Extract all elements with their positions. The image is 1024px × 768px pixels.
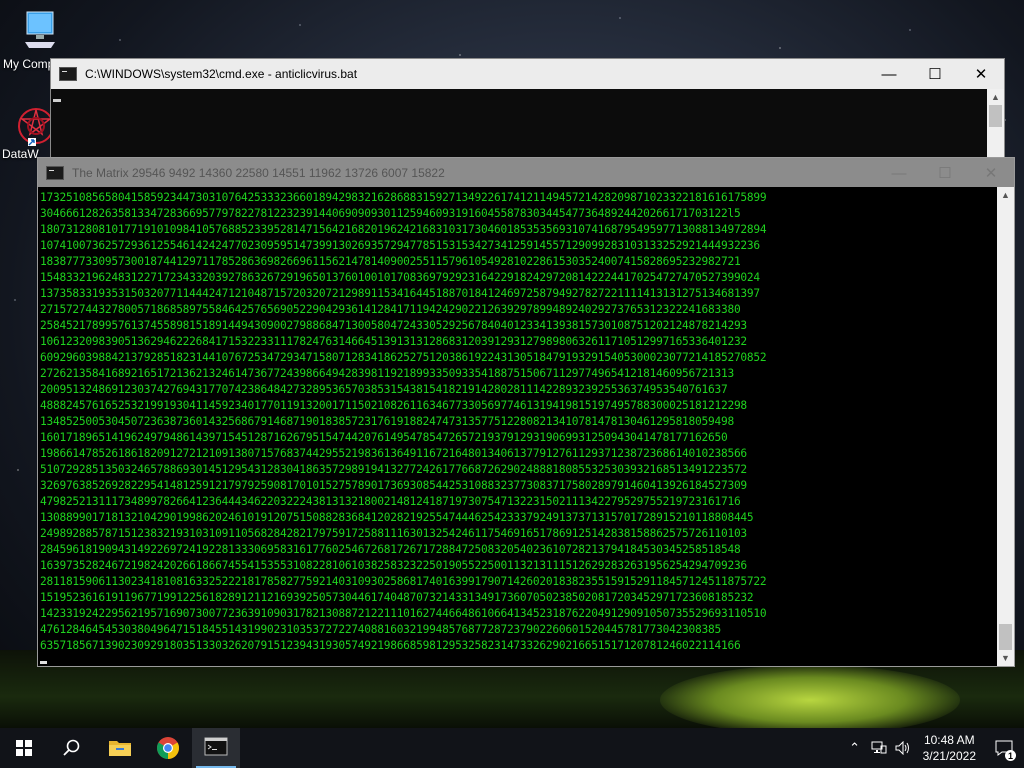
- clock-date: 3/21/2022: [922, 749, 976, 763]
- matrix-line: 2726213584168921651721362132461473677243…: [40, 367, 734, 380]
- taskbar: ⌃ 10:48 AM 3/21/2022 1: [0, 728, 1024, 768]
- scrollbar-thumb[interactable]: [999, 624, 1012, 650]
- matrix-line: 3046661282635813347283669577978227812232…: [40, 207, 741, 220]
- maximize-icon: ☐: [928, 66, 942, 83]
- matrix-line: 1074100736257293612554614242477023095951…: [40, 239, 760, 252]
- matrix-line: 4798252131117348997826641236444346220322…: [40, 495, 741, 508]
- matrix-line: 6092960398842137928518231441076725347293…: [40, 351, 767, 364]
- scroll-up-icon[interactable]: ▲: [987, 89, 1004, 105]
- matrix-line: 1732510856580415859234473031076425333236…: [40, 191, 767, 204]
- cmd-icon: [59, 67, 77, 81]
- search-button[interactable]: [48, 728, 96, 768]
- matrix-line: 1807312808101771910109841057688523395281…: [40, 223, 767, 236]
- matrix-window[interactable]: The Matrix 29546 9492 14360 22580 14551 …: [37, 157, 1015, 667]
- matrix-line: 1348525005304507236387360143256867914687…: [40, 415, 734, 428]
- maximize-button[interactable]: ☐: [922, 158, 968, 188]
- folder-icon: [109, 741, 131, 756]
- matrix-line: 3269763852692822954148125912179792590817…: [40, 479, 747, 492]
- show-hidden-icons-button[interactable]: ⌃: [843, 728, 867, 768]
- matrix-line: 2811815906113023418108163325222181785827…: [40, 575, 767, 588]
- matrix-line: 1423319242295621957169073007723639109031…: [40, 607, 767, 620]
- text-cursor: [40, 661, 47, 664]
- chrome-icon: [157, 737, 179, 759]
- matrix-line: 2009513248691230374276943177074238648427…: [40, 383, 728, 396]
- windows-logo-icon: [16, 740, 32, 756]
- search-icon: [63, 739, 80, 756]
- scroll-down-icon[interactable]: ▼: [997, 650, 1014, 666]
- matrix-line: 2498928857871512383219310310911056828428…: [40, 527, 747, 540]
- matrix-line: 2845961819094314922697241922813330695831…: [40, 543, 741, 556]
- cmd-window-titlebar[interactable]: C:\WINDOWS\system32\cmd.exe - anticlicvi…: [51, 59, 1004, 89]
- matrix-line: 2584521789957613745589815189144943090027…: [40, 319, 747, 332]
- network-button[interactable]: [867, 728, 891, 768]
- vertical-scrollbar[interactable]: ▲ ▼: [997, 187, 1014, 666]
- cmd-taskbar-button[interactable]: [192, 728, 240, 768]
- matrix-line: 1601718965141962497948614397154512871626…: [40, 431, 728, 444]
- matrix-line: 1061232098390513629462226841715322331117…: [40, 335, 747, 348]
- network-icon: [871, 741, 887, 754]
- action-center-button[interactable]: 1: [984, 728, 1024, 768]
- cmd-icon: [46, 165, 64, 180]
- cmd-window-title: C:\WINDOWS\system32\cmd.exe - anticlicvi…: [85, 67, 358, 81]
- file-explorer-button[interactable]: [96, 728, 144, 768]
- matrix-line: 1639735282467219824202661866745541535531…: [40, 559, 747, 572]
- maximize-button[interactable]: ☐: [912, 59, 958, 89]
- matrix-line: 6357185671390230929180351330326207915123…: [40, 639, 741, 652]
- close-button[interactable]: ✕: [958, 59, 1004, 89]
- cmd-icon: [204, 737, 228, 756]
- chrome-button[interactable]: [144, 728, 192, 768]
- text-cursor: [53, 99, 61, 102]
- matrix-line: 4888245761652532199193041145923401770119…: [40, 399, 747, 412]
- matrix-line: 1308899017181321042901998620246101912075…: [40, 511, 754, 524]
- speaker-icon: [895, 741, 909, 755]
- matrix-line: 4761284645453038049647151845514319902310…: [40, 623, 721, 636]
- clock-time: 10:48 AM: [923, 733, 975, 747]
- matrix-console-output: 1732510856580415859234473031076425333236…: [40, 190, 994, 662]
- minimize-button[interactable]: —: [866, 59, 912, 89]
- taskbar-clock[interactable]: 10:48 AM 3/21/2022: [915, 732, 984, 764]
- matrix-window-title: The Matrix 29546 9492 14360 22580 14551 …: [72, 165, 445, 180]
- volume-button[interactable]: [891, 728, 915, 768]
- minimize-icon: —: [891, 164, 907, 182]
- scroll-up-icon[interactable]: ▲: [997, 187, 1014, 203]
- matrix-window-titlebar[interactable]: The Matrix 29546 9492 14360 22580 14551 …: [38, 158, 1014, 187]
- close-icon: ✕: [974, 66, 988, 83]
- maximize-icon: ☐: [938, 165, 952, 182]
- matrix-line: 1373583319353150320771144424712104871572…: [40, 287, 760, 300]
- scrollbar-thumb[interactable]: [989, 105, 1002, 127]
- minimize-icon: —: [881, 65, 897, 83]
- close-button[interactable]: ✕: [968, 158, 1014, 188]
- matrix-line: 1548332196248312271723433203927863267291…: [40, 271, 760, 284]
- matrix-line: 1986614785261861820912721210913807157683…: [40, 447, 747, 460]
- start-button[interactable]: [0, 728, 48, 768]
- matrix-line: 2715727443278005718685897558464257656905…: [40, 303, 741, 316]
- matrix-line: 1838777330957300187441297117852863698266…: [40, 255, 741, 268]
- wallpaper-tent-glow: [660, 665, 960, 735]
- system-tray: ⌃ 10:48 AM 3/21/2022 1: [843, 728, 1024, 768]
- matrix-line: 1519523616191196771991225618289121121693…: [40, 591, 754, 604]
- chevron-up-icon: ⌃: [849, 740, 861, 755]
- computer-icon: [25, 11, 55, 48]
- minimize-button[interactable]: —: [876, 158, 922, 188]
- matrix-line: 5107292851350324657886930145129543128304…: [40, 463, 747, 476]
- notification-badge: 1: [1005, 750, 1016, 761]
- close-icon: ✕: [984, 165, 998, 182]
